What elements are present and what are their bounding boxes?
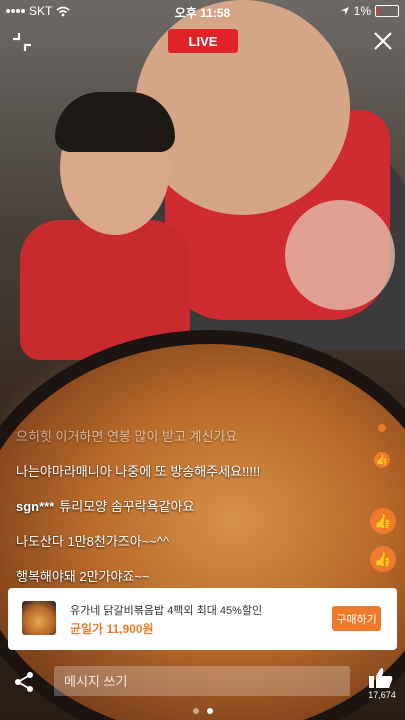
page-dot-active xyxy=(206,708,213,714)
comment-row: sgn*** 튜리모양 솜꾸락욕같아요 xyxy=(16,495,346,530)
battery-icon xyxy=(375,5,399,17)
product-price: 균일가 11,900원 xyxy=(70,622,154,636)
comment-text: 나는야마라매니아 나중에 또 방송해주세요!!!!! xyxy=(16,464,261,479)
thumbs-up-icon: 👍 xyxy=(370,508,396,534)
live-badge: LIVE xyxy=(168,29,238,53)
comment-text: 튜리모양 솜꾸락욕같아요 xyxy=(59,499,195,514)
product-title: 유가네 닭갈비볶음밥 4팩외 최대 45%할인 xyxy=(70,605,263,617)
page-dot xyxy=(192,708,199,714)
comment-user: sgn*** xyxy=(16,499,55,514)
share-icon[interactable] xyxy=(12,670,36,694)
product-thumbnail xyxy=(22,601,56,635)
page-indicator xyxy=(0,708,405,714)
gloved-hand xyxy=(285,200,395,310)
floating-like-dot xyxy=(378,424,386,432)
comment-text: 으히힛 이거하면 연봉 많이 받고 계신가요 xyxy=(16,429,238,444)
comment-row: 나도산다 1만8천가즈아~~^^ xyxy=(16,530,346,565)
thumbs-up-icon: 👍 xyxy=(374,452,390,468)
message-input[interactable] xyxy=(54,666,350,696)
product-banner[interactable]: 유가네 닭갈비볶음밥 4팩외 최대 45%할인 균일가 11,900원 구매하기 xyxy=(8,588,397,650)
close-icon[interactable] xyxy=(370,28,396,54)
guest-hair xyxy=(55,92,175,152)
status-bar: SKT 오후 11:58 1% xyxy=(0,0,405,22)
location-arrow-icon xyxy=(340,7,349,15)
thumbs-up-icon: 👍 xyxy=(370,546,396,572)
floating-likes: 👍 👍 👍 xyxy=(364,420,400,580)
minimize-icon[interactable] xyxy=(10,30,34,54)
battery-percent: 1% xyxy=(353,4,371,18)
comment-text: 행복해야돼 2만가야죠~~ xyxy=(16,569,150,584)
bottom-bar: 17,674 xyxy=(0,660,405,720)
like-count: 17,674 xyxy=(368,690,396,700)
comment-row: 으히힛 이거하면 연봉 많이 받고 계신가요 xyxy=(16,425,346,460)
chat-comments: 으히힛 이거하면 연봉 많이 받고 계신가요 나는야마라매니아 나중에 또 방송… xyxy=(16,425,346,600)
comment-row: 나는야마라매니아 나중에 또 방송해주세요!!!!! xyxy=(16,460,346,495)
buy-button[interactable]: 구매하기 xyxy=(332,606,381,631)
comment-text: 나도산다 1만8천가즈아~~^^ xyxy=(16,534,170,549)
